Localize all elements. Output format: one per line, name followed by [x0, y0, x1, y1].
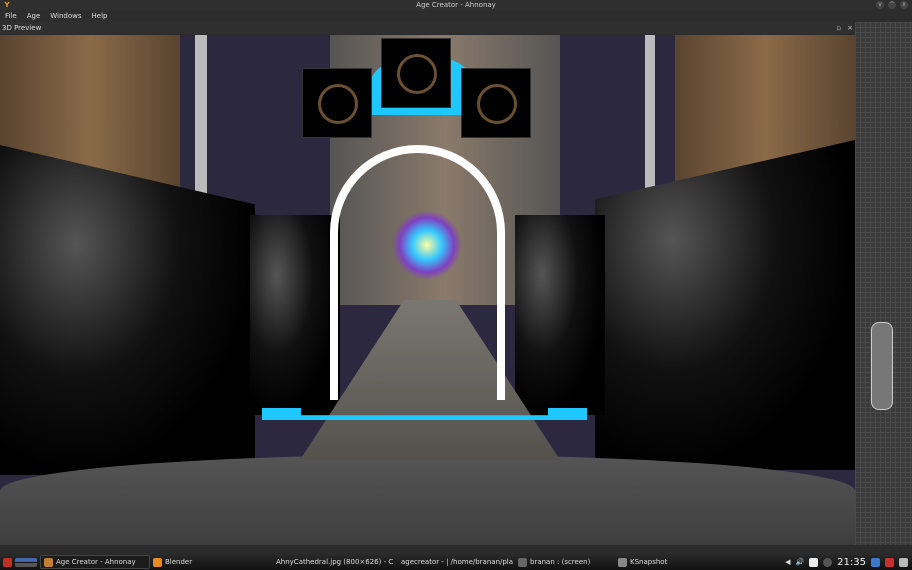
pillar — [195, 35, 207, 195]
volume-icon[interactable]: 🔊 — [795, 558, 804, 566]
taskbar: Age Creator - Ahnonay Blender AhnyCathedra… — [0, 554, 912, 570]
info-icon[interactable] — [823, 557, 833, 567]
clipboard-icon[interactable] — [809, 557, 819, 567]
task-app-icon — [518, 557, 527, 567]
water-block-right — [595, 140, 855, 470]
taskbar-task[interactable]: agecreator - | /home/branan/pla — [395, 555, 515, 569]
taskbar-task[interactable]: AhnyCathedral.jpg (800×626) - C — [270, 555, 395, 569]
back-arrow-icon[interactable]: ◀ — [785, 558, 790, 566]
speaker-block — [461, 68, 531, 138]
system-tray: ◀ 🔊 21:35 — [785, 557, 912, 568]
minimap[interactable] — [871, 322, 893, 410]
task-label: branan : (screen) — [530, 558, 591, 566]
task-app-icon — [153, 557, 162, 567]
water-block — [250, 215, 340, 415]
task-label: Age Creator - Ahnonay — [56, 558, 136, 566]
kde-menu-icon[interactable] — [3, 557, 12, 567]
floor — [0, 455, 855, 545]
speaker-block — [381, 38, 451, 108]
white-arch — [330, 145, 505, 400]
menu-age[interactable]: Age — [27, 10, 41, 22]
menu-help[interactable]: Help — [92, 10, 108, 22]
title-bar: Y Age Creator - Ahnonay v ^ x — [0, 0, 912, 10]
taskbar-task[interactable]: branan : (screen) — [515, 555, 615, 569]
maximize-button[interactable]: ^ — [888, 1, 896, 9]
minimize-button[interactable]: v — [876, 1, 884, 9]
task-label: AhnyCathedral.jpg (800×626) - C — [276, 558, 394, 566]
menu-windows[interactable]: Windows — [50, 10, 81, 22]
dock-title: 3D Preview — [2, 24, 42, 32]
task-app-icon — [618, 557, 627, 567]
app-icon: Y — [4, 1, 10, 9]
task-label: KSnapshot — [630, 558, 668, 566]
logout-icon[interactable] — [885, 557, 894, 567]
trash-icon[interactable] — [899, 557, 908, 567]
clock[interactable]: 21:35 — [837, 557, 866, 568]
water-block-left — [0, 145, 255, 475]
lock-screen-icon[interactable] — [871, 557, 880, 567]
3d-preview-viewport[interactable] — [0, 35, 855, 545]
map-panel[interactable] — [855, 22, 912, 545]
task-app-icon — [44, 557, 53, 567]
taskbar-task[interactable]: KSnapshot — [615, 555, 705, 569]
water-block — [515, 215, 605, 415]
menu-file[interactable]: File — [5, 10, 17, 22]
dock-title-bar: 3D Preview ▫ × — [0, 22, 855, 34]
pillar — [645, 35, 655, 195]
taskbar-task[interactable]: Age Creator - Ahnonay — [40, 555, 150, 569]
task-label: Blender — [165, 558, 193, 566]
pager-icon[interactable] — [15, 557, 37, 567]
speaker-block — [302, 68, 372, 138]
task-label: agecreator - | /home/branan/pla — [401, 558, 514, 566]
dock-close-button[interactable]: × — [847, 22, 853, 34]
taskbar-task[interactable]: Blender — [150, 555, 270, 569]
dock-float-button[interactable]: ▫ — [836, 22, 841, 34]
menu-bar: File Age Windows Help — [0, 10, 912, 22]
close-button[interactable]: x — [900, 1, 908, 9]
window-title: Age Creator - Ahnonay — [416, 1, 496, 9]
